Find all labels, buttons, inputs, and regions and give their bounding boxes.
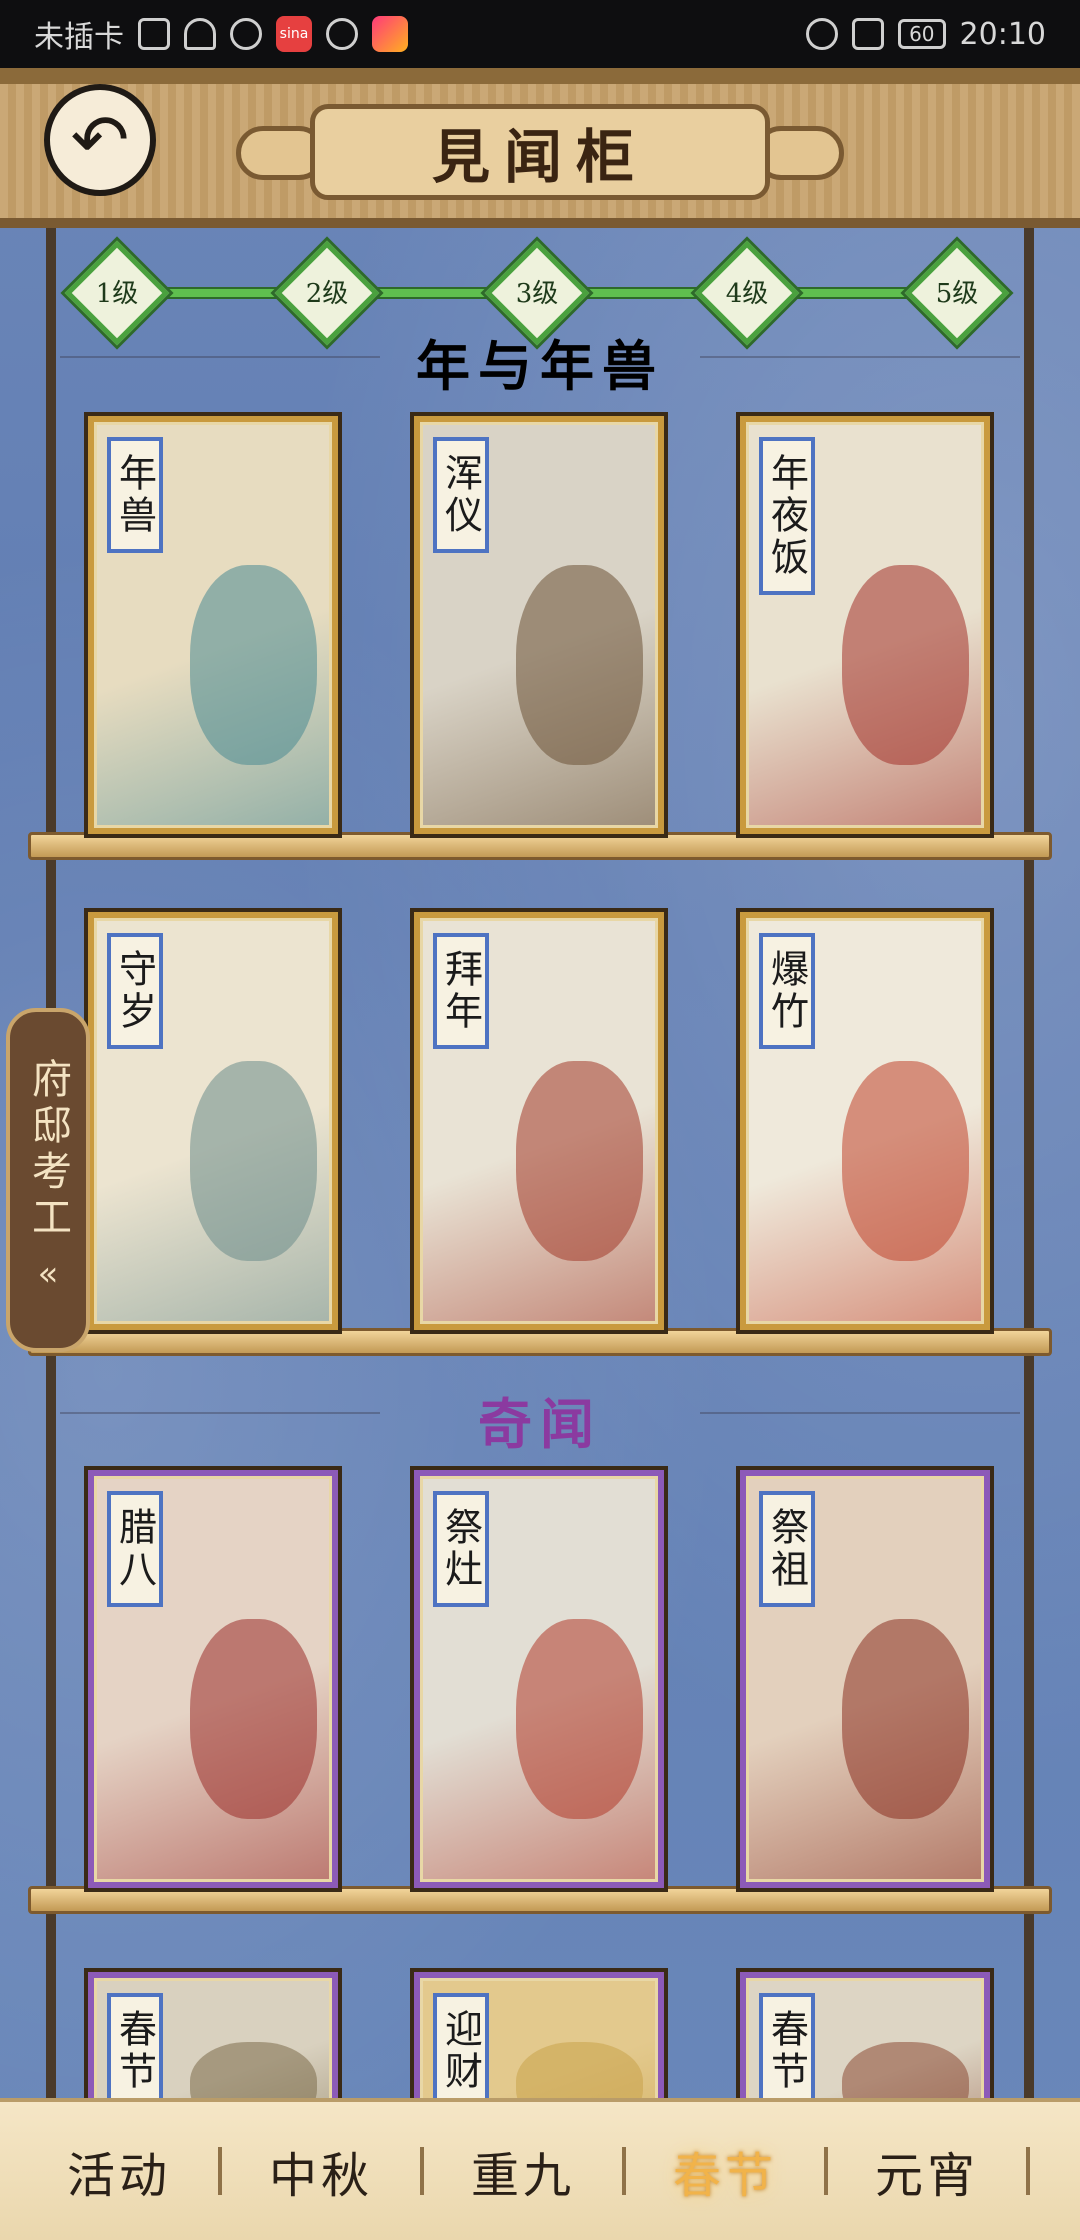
card-title: 年夜饭	[759, 437, 815, 595]
card-illustration: 腊八	[94, 1476, 332, 1882]
carrier-text: 未插卡	[34, 20, 124, 55]
card-title: 祭灶	[433, 1491, 489, 1607]
status-right: 60 20:10	[806, 17, 1046, 52]
card-illustration: 祭灶	[420, 1476, 658, 1882]
header-rail	[0, 68, 1080, 84]
side-tab-label: 府邸考工	[25, 1058, 71, 1242]
card-art-figure	[841, 1061, 970, 1261]
card-illustration: 祭祖	[746, 1476, 984, 1882]
card-art-figure	[841, 565, 970, 765]
card-illustration: 拜年	[420, 918, 658, 1324]
card-illustration: 年夜饭	[746, 422, 984, 828]
tab-5[interactable]: 清	[1030, 2136, 1080, 2206]
card-illustration: 浑仪	[420, 422, 658, 828]
status-left: 未插卡 sina	[34, 12, 408, 56]
card-title: 春节	[759, 1993, 815, 2109]
card-title: 腊八	[107, 1491, 163, 1607]
wifi-icon	[184, 18, 216, 50]
battery-indicator: 60	[898, 19, 946, 49]
card-title: 祭祖	[759, 1491, 815, 1607]
section-title-nian: 年与年兽	[416, 334, 664, 398]
vibrate-icon	[852, 18, 885, 50]
collection-card[interactable]: 爆竹	[736, 908, 994, 1334]
back-arrow-icon: ↶	[70, 99, 130, 181]
collection-card[interactable]: 年兽	[84, 412, 342, 838]
heart-rate-icon	[230, 18, 262, 50]
card-title: 年兽	[107, 437, 163, 553]
card-title: 迎财	[433, 1993, 489, 2109]
section-title-qiwen: 奇闻	[478, 1392, 602, 1456]
frame-rail-right	[1024, 228, 1034, 2240]
card-art-figure	[515, 1061, 644, 1261]
side-tab-fudi-kaogong[interactable]: 府邸考工 «	[6, 1008, 90, 1352]
card-art-figure	[515, 565, 644, 765]
video-app-icon	[372, 16, 408, 52]
wechat-icon	[326, 18, 358, 50]
eye-comfort-icon	[806, 18, 839, 50]
card-title: 春节	[107, 1993, 163, 2109]
level-label: 1级	[95, 279, 139, 309]
card-art-figure	[189, 1061, 318, 1261]
card-illustration: 年兽	[94, 422, 332, 828]
card-art-figure	[189, 1619, 318, 1819]
tab-4[interactable]: 元宵	[828, 2136, 1026, 2206]
clock: 20:10	[959, 16, 1046, 52]
main-screen: ↶ 見闻柜 1级 2级 3级 4级 5级 年与年兽 奇闻 年兽 浑仪 年夜饭守岁 拜年 爆竹腊八…	[0, 68, 1080, 2240]
back-button[interactable]: ↶	[44, 84, 156, 196]
collection-card[interactable]: 浑仪	[410, 412, 668, 838]
card-illustration: 爆竹	[746, 918, 984, 1324]
page-title: 見闻柜	[310, 104, 770, 200]
bottom-tab-bar: 活动中秋重九春节元宵清	[0, 2098, 1080, 2240]
collection-card[interactable]: 守岁	[84, 908, 342, 1334]
sina-app-icon: sina	[276, 16, 312, 52]
header-bar: ↶ 見闻柜	[0, 68, 1080, 228]
card-illustration: 守岁	[94, 918, 332, 1324]
card-title: 浑仪	[433, 437, 489, 553]
level-label: 5级	[935, 279, 979, 309]
card-art-figure	[189, 565, 318, 765]
sim-icon	[138, 18, 170, 50]
collection-card[interactable]: 腊八	[84, 1466, 342, 1892]
card-title: 守岁	[107, 933, 163, 1049]
level-label: 4级	[725, 279, 769, 309]
tab-0[interactable]: 活动	[20, 2136, 218, 2206]
tab-2[interactable]: 重九	[424, 2136, 622, 2206]
card-art-figure	[841, 1619, 970, 1819]
level-label: 2级	[305, 279, 349, 309]
card-title: 拜年	[433, 933, 489, 1049]
level-label: 3级	[515, 279, 559, 309]
tab-1[interactable]: 中秋	[222, 2136, 420, 2206]
collection-card[interactable]: 祭祖	[736, 1466, 994, 1892]
tab-3[interactable]: 春节	[626, 2136, 824, 2206]
status-bar: 未插卡 sina 60 20:10	[0, 0, 1080, 68]
card-title: 爆竹	[759, 933, 815, 1049]
double-chevron-left-icon: «	[37, 1254, 59, 1294]
collection-card[interactable]: 拜年	[410, 908, 668, 1334]
collection-card[interactable]: 祭灶	[410, 1466, 668, 1892]
card-art-figure	[515, 1619, 644, 1819]
collection-card[interactable]: 年夜饭	[736, 412, 994, 838]
